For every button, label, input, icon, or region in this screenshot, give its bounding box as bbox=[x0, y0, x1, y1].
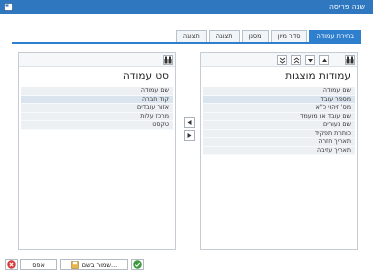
list-item[interactable]: אזור עובדים bbox=[21, 104, 173, 113]
move-to-displayed-button[interactable] bbox=[184, 130, 195, 141]
move-top-button[interactable] bbox=[291, 55, 301, 65]
column-set-heading: סט עמודה bbox=[122, 70, 169, 82]
cancel-icon bbox=[7, 260, 16, 269]
confirm-button[interactable] bbox=[131, 259, 144, 270]
triangle-down-icon bbox=[307, 58, 313, 62]
find-button[interactable] bbox=[163, 55, 173, 65]
tab-filter[interactable]: מסנן bbox=[241, 30, 269, 42]
list-item[interactable]: קוד חברה bbox=[21, 95, 173, 104]
find-button[interactable] bbox=[345, 55, 355, 65]
binoculars-icon bbox=[164, 56, 172, 64]
column-set-panel: סט עמודה שם עמודה קוד חברה אזור עובדים מ… bbox=[18, 52, 176, 250]
triangle-left-icon bbox=[187, 120, 192, 125]
save-as-button[interactable]: שמור בשם... bbox=[60, 259, 128, 270]
footer-bar: שמור בשם... אפס bbox=[0, 256, 373, 273]
tab-column-selection[interactable]: בחירת עמודה bbox=[309, 30, 361, 42]
list-item[interactable]: שם עמודה bbox=[203, 87, 355, 96]
reset-button[interactable]: אפס bbox=[20, 259, 57, 270]
window-title: שנה פריסה bbox=[329, 2, 365, 11]
displayed-columns-list: שם עמודה מספר עובד מס' זיהוי כ"א שם עובד… bbox=[203, 87, 355, 155]
tab-sort-order[interactable]: סדר מיון bbox=[270, 30, 308, 42]
tab-view[interactable]: תצוגה bbox=[175, 30, 207, 42]
list-item[interactable]: שם עמודה bbox=[21, 87, 173, 96]
save-as-label: שמור בשם... bbox=[81, 260, 118, 269]
list-item[interactable]: מרכז עלות bbox=[21, 112, 173, 121]
list-item[interactable]: מספר עובד bbox=[203, 95, 355, 104]
reset-label: אפס bbox=[32, 260, 45, 269]
list-item[interactable]: תאריך עזיבה bbox=[203, 146, 355, 155]
list-item[interactable]: כותרת תפקיד bbox=[203, 129, 355, 138]
title-bar: שנה פריסה bbox=[0, 0, 373, 14]
tab-strip: בחירת עמודה סדר מיון מסנן תצוגה תצוגה bbox=[174, 30, 361, 42]
list-item[interactable]: שם עובד או מועמד bbox=[203, 112, 355, 121]
move-down-button[interactable] bbox=[305, 55, 315, 65]
list-item[interactable]: מס' זיהוי כ"א bbox=[203, 104, 355, 113]
list-item[interactable]: תאריך חזרה bbox=[203, 138, 355, 147]
cancel-button[interactable] bbox=[5, 259, 18, 270]
tab-underline bbox=[12, 42, 361, 44]
window-icon bbox=[4, 3, 13, 11]
triangle-right-icon bbox=[187, 133, 192, 138]
triangle-up-icon bbox=[321, 58, 327, 62]
column-set-toolbar bbox=[19, 53, 175, 67]
move-to-set-button[interactable] bbox=[184, 117, 195, 128]
displayed-columns-toolbar bbox=[201, 53, 357, 67]
displayed-columns-heading: עמודות מוצגות bbox=[285, 70, 351, 82]
double-chevron-up-icon bbox=[293, 56, 299, 63]
checkmark-icon bbox=[133, 260, 142, 269]
tab-display[interactable]: תצוגה bbox=[208, 30, 240, 42]
move-bottom-button[interactable] bbox=[277, 55, 287, 65]
save-icon bbox=[71, 260, 79, 269]
binoculars-icon bbox=[346, 56, 354, 64]
displayed-columns-panel: עמודות מוצגות שם עמודה מספר עובד מס' זיה… bbox=[200, 52, 358, 250]
list-item[interactable]: טקסט bbox=[21, 121, 173, 130]
column-set-list: שם עמודה קוד חברה אזור עובדים מרכז עלות … bbox=[21, 87, 173, 130]
list-item[interactable]: שם נעורים bbox=[203, 121, 355, 130]
double-chevron-down-icon bbox=[279, 57, 285, 64]
move-up-button[interactable] bbox=[319, 55, 329, 65]
